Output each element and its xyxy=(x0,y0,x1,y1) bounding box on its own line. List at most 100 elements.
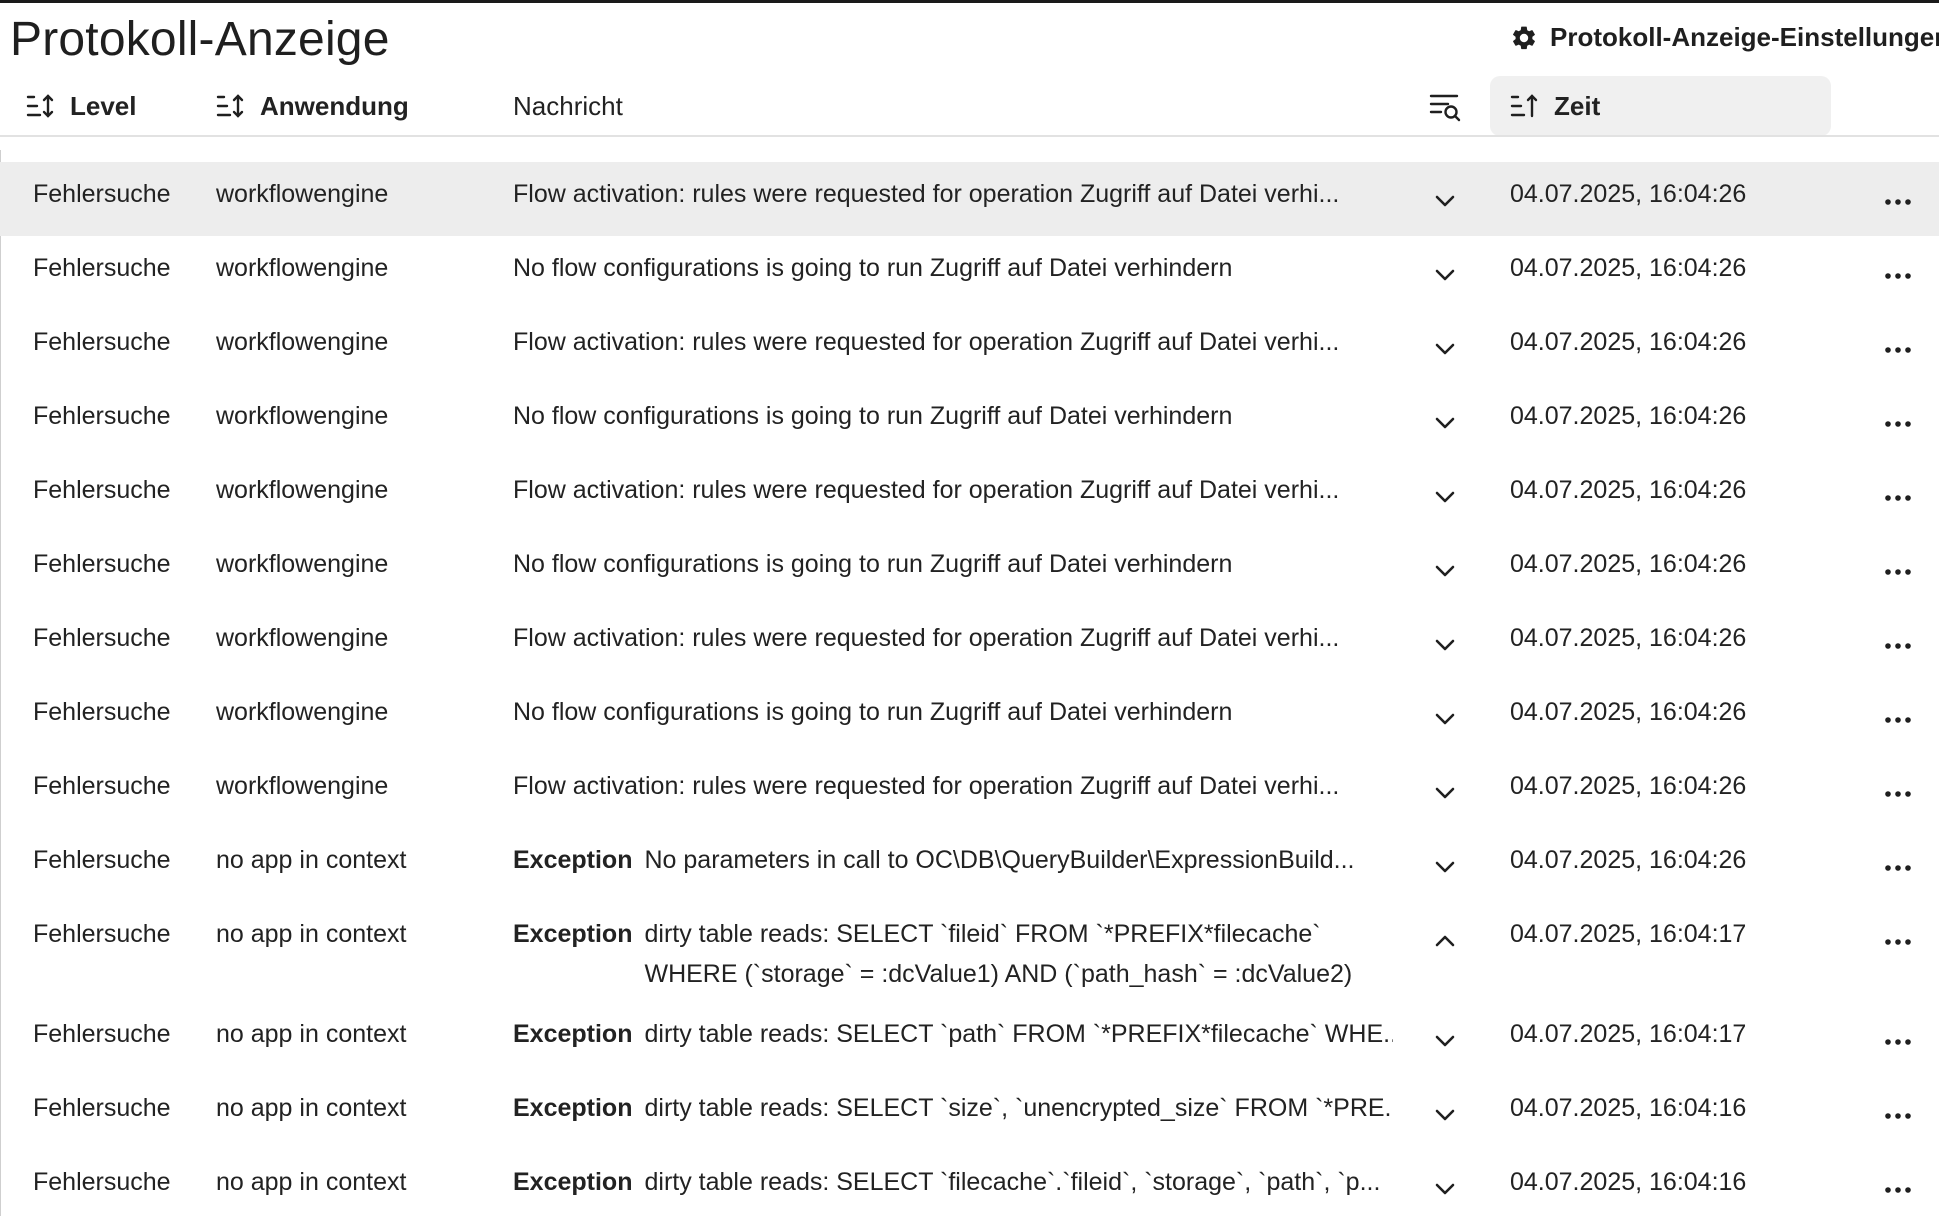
log-table: Fehlersuche workflowengine Flow activati… xyxy=(0,162,1939,1224)
level-cell: Fehlersuche xyxy=(33,476,171,504)
chevron-down-icon[interactable] xyxy=(1430,260,1460,290)
table-row[interactable]: Fehlersuche no app in context Exception d… xyxy=(0,1076,1939,1150)
exception-label: Exception xyxy=(513,1094,633,1122)
app-cell: workflowengine xyxy=(216,476,389,504)
chevron-down-icon[interactable] xyxy=(1430,482,1460,512)
chevron-down-icon[interactable] xyxy=(1430,556,1460,586)
app-cell: workflowengine xyxy=(216,550,389,578)
chevron-down-icon[interactable] xyxy=(1430,186,1460,216)
chevron-down-icon[interactable] xyxy=(1430,1026,1460,1056)
message-cell: No flow configurations is going to run Z… xyxy=(513,396,1393,436)
message-text: dirty table reads: SELECT `filecache`.`f… xyxy=(644,1168,1381,1196)
sort-icon xyxy=(216,94,244,118)
table-row[interactable]: Fehlersuche workflowengine Flow activati… xyxy=(0,162,1939,236)
sort-icon xyxy=(26,94,54,118)
table-row[interactable]: Fehlersuche workflowengine No flow confi… xyxy=(0,680,1939,754)
filter-search-icon[interactable] xyxy=(1428,90,1462,124)
chevron-down-icon[interactable] xyxy=(1430,778,1460,808)
table-row[interactable]: Fehlersuche workflowengine No flow confi… xyxy=(0,236,1939,310)
time-cell: 04.07.2025, 16:04:26 xyxy=(1510,624,1747,652)
message-cell: Flow activation: rules were requested fo… xyxy=(513,322,1393,362)
level-cell: Fehlersuche xyxy=(33,328,171,356)
more-horizontal-icon[interactable] xyxy=(1880,184,1916,220)
more-horizontal-icon[interactable] xyxy=(1880,258,1916,294)
time-cell: 04.07.2025, 16:04:26 xyxy=(1510,550,1747,578)
gear-icon xyxy=(1513,26,1535,49)
exception-label: Exception xyxy=(513,1168,633,1196)
settings-label: Protokoll-Anzeige-Einstellungen xyxy=(1550,22,1939,52)
chevron-down-icon[interactable] xyxy=(1430,630,1460,660)
message-text: dirty table reads: SELECT `size`, `unenc… xyxy=(644,1094,1393,1122)
time-cell: 04.07.2025, 16:04:26 xyxy=(1510,772,1747,800)
message-cell: Exception dirty table reads: SELECT `path… xyxy=(513,1014,1393,1054)
message-cell: Exception dirty table reads: SELECT `size… xyxy=(513,1088,1393,1128)
chevron-up-icon[interactable] xyxy=(1430,926,1460,956)
more-horizontal-icon[interactable] xyxy=(1880,776,1916,812)
time-cell: 04.07.2025, 16:04:26 xyxy=(1510,846,1747,874)
level-cell: Fehlersuche xyxy=(33,1094,171,1122)
level-cell: Fehlersuche xyxy=(33,846,171,874)
message-cell: Flow activation: rules were requested fo… xyxy=(513,766,1393,806)
chevron-down-icon[interactable] xyxy=(1430,1174,1460,1204)
level-cell: Fehlersuche xyxy=(33,550,171,578)
message-cell: No flow configurations is going to run Z… xyxy=(513,692,1393,732)
chevron-down-icon[interactable] xyxy=(1430,334,1460,364)
more-horizontal-icon[interactable] xyxy=(1880,850,1916,886)
more-horizontal-icon[interactable] xyxy=(1880,924,1916,960)
page-title: Protokoll-Anzeige xyxy=(10,13,390,66)
column-header-level-label: Level xyxy=(70,90,137,121)
chevron-down-icon[interactable] xyxy=(1430,852,1460,882)
chevron-down-icon[interactable] xyxy=(1430,1100,1460,1130)
column-header-level[interactable]: Level xyxy=(26,76,137,136)
more-horizontal-icon[interactable] xyxy=(1880,554,1916,590)
time-cell: 04.07.2025, 16:04:26 xyxy=(1510,698,1747,726)
time-cell: 04.07.2025, 16:04:26 xyxy=(1510,254,1747,282)
more-horizontal-icon[interactable] xyxy=(1880,1172,1916,1208)
more-horizontal-icon[interactable] xyxy=(1880,332,1916,368)
column-header-time-label: Zeit xyxy=(1554,90,1601,121)
header-divider xyxy=(0,135,1939,137)
table-row[interactable]: Fehlersuche no app in context Exception d… xyxy=(0,902,1939,1002)
settings-button[interactable]: Protokoll-Anzeige-Einstellungen xyxy=(1510,22,1939,53)
level-cell: Fehlersuche xyxy=(33,772,171,800)
chevron-down-icon[interactable] xyxy=(1430,704,1460,734)
table-row[interactable]: Fehlersuche workflowengine Flow activati… xyxy=(0,754,1939,828)
time-cell: 04.07.2025, 16:04:16 xyxy=(1510,1094,1747,1122)
app-cell: no app in context xyxy=(216,1168,407,1196)
level-cell: Fehlersuche xyxy=(33,698,171,726)
column-header-time[interactable]: Zeit xyxy=(1510,76,1600,136)
message-cell: Exception dirty table reads: SELECT `file… xyxy=(513,1162,1393,1202)
time-cell: 04.07.2025, 16:04:26 xyxy=(1510,402,1747,430)
table-row[interactable]: Fehlersuche no app in context Exception d… xyxy=(0,1150,1939,1224)
column-header-app[interactable]: Anwendung xyxy=(216,76,409,136)
table-row[interactable]: Fehlersuche workflowengine Flow activati… xyxy=(0,606,1939,680)
sort-ascending-icon xyxy=(1510,94,1538,118)
time-cell: 04.07.2025, 16:04:16 xyxy=(1510,1168,1747,1196)
message-text: No flow configurations is going to run Z… xyxy=(513,550,1233,578)
app-cell: workflowengine xyxy=(216,254,389,282)
level-cell: Fehlersuche xyxy=(33,402,171,430)
table-row[interactable]: Fehlersuche no app in context Exception N… xyxy=(0,828,1939,902)
message-text: Flow activation: rules were requested fo… xyxy=(513,328,1340,356)
app-cell: no app in context xyxy=(216,1094,407,1122)
more-horizontal-icon[interactable] xyxy=(1880,406,1916,442)
message-text: No flow configurations is going to run Z… xyxy=(513,254,1233,282)
table-row[interactable]: Fehlersuche workflowengine No flow confi… xyxy=(0,384,1939,458)
table-row[interactable]: Fehlersuche no app in context Exception d… xyxy=(0,1002,1939,1076)
app-cell: workflowengine xyxy=(216,698,389,726)
exception-label: Exception xyxy=(513,846,633,874)
more-horizontal-icon[interactable] xyxy=(1880,1098,1916,1134)
table-row[interactable]: Fehlersuche workflowengine Flow activati… xyxy=(0,458,1939,532)
chevron-down-icon[interactable] xyxy=(1430,408,1460,438)
more-horizontal-icon[interactable] xyxy=(1880,1024,1916,1060)
table-row[interactable]: Fehlersuche workflowengine No flow confi… xyxy=(0,532,1939,606)
message-cell: Flow activation: rules were requested fo… xyxy=(513,470,1393,510)
more-horizontal-icon[interactable] xyxy=(1880,480,1916,516)
level-cell: Fehlersuche xyxy=(33,254,171,282)
level-cell: Fehlersuche xyxy=(33,180,171,208)
column-header-message-label: Nachricht xyxy=(513,90,623,121)
more-horizontal-icon[interactable] xyxy=(1880,628,1916,664)
more-horizontal-icon[interactable] xyxy=(1880,702,1916,738)
table-row[interactable]: Fehlersuche workflowengine Flow activati… xyxy=(0,310,1939,384)
message-text: No parameters in call to OC\DB\QueryBuil… xyxy=(644,846,1355,874)
